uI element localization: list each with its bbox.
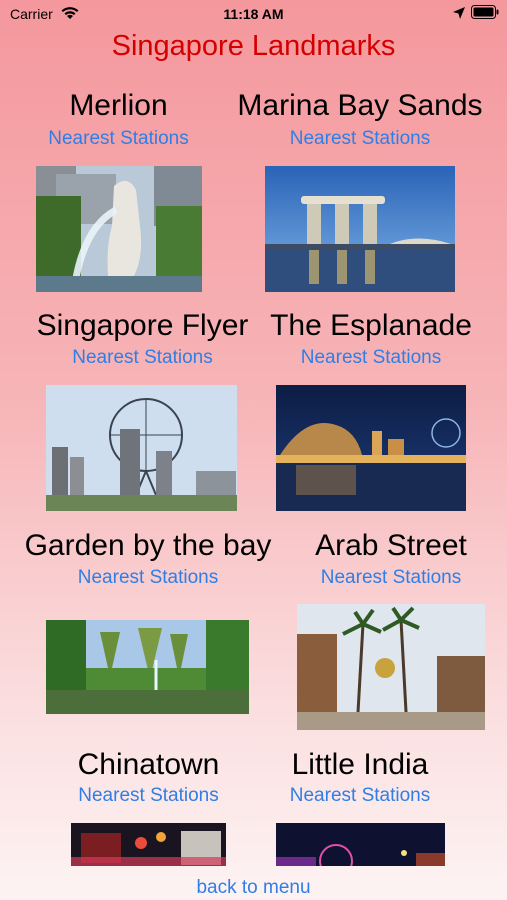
chinatown-image xyxy=(71,823,226,866)
landmark-title-arab-street: Arab Street xyxy=(315,529,467,562)
back-to-menu-link[interactable]: back to menu xyxy=(0,877,507,899)
garden-by-the-bay-image xyxy=(46,620,249,714)
nearest-stations-link-little-india[interactable]: Nearest Stations xyxy=(262,785,458,807)
nearest-stations-link-singapore-flyer[interactable]: Nearest Stations xyxy=(20,347,265,369)
landmark-title-singapore-flyer: Singapore Flyer xyxy=(36,309,249,342)
landmark-title-garden-by-the-bay: Garden by the bay xyxy=(24,529,272,562)
nearest-stations-link-marina-bay-sands[interactable]: Nearest Stations xyxy=(220,128,500,150)
singapore-flyer-image xyxy=(46,385,237,511)
location-arrow-icon xyxy=(453,7,465,19)
status-bar: Carrier 11:18 AM xyxy=(0,0,507,28)
status-time: 11:18 AM xyxy=(223,6,284,22)
marina-bay-sands-image xyxy=(265,166,455,292)
landmark-title-merlion: Merlion xyxy=(69,89,168,122)
nearest-stations-link-garden-by-the-bay[interactable]: Nearest Stations xyxy=(12,567,284,589)
nearest-stations-link-the-esplanade[interactable]: Nearest Stations xyxy=(262,347,480,369)
merlion-image xyxy=(36,166,202,292)
landmark-title-little-india: Little India xyxy=(291,748,429,781)
landmark-title-the-esplanade: The Esplanade xyxy=(270,309,472,342)
landmark-title-marina-bay-sands: Marina Bay Sands xyxy=(237,89,483,122)
the-esplanade-image xyxy=(276,385,466,511)
nearest-stations-link-arab-street[interactable]: Nearest Stations xyxy=(290,567,492,589)
nearest-stations-link-chinatown[interactable]: Nearest Stations xyxy=(46,785,251,807)
page-title: Singapore Landmarks xyxy=(111,30,396,62)
landmark-title-chinatown: Chinatown xyxy=(77,748,220,781)
nearest-stations-link-merlion[interactable]: Nearest Stations xyxy=(20,128,217,150)
battery-icon xyxy=(471,5,499,19)
little-india-image xyxy=(276,823,445,866)
arab-street-image xyxy=(297,604,485,730)
